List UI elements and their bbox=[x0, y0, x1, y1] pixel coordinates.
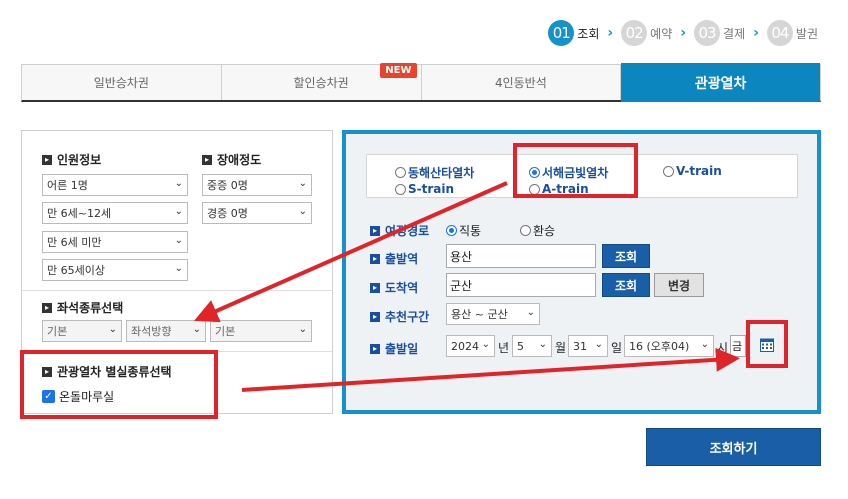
adult-select[interactable]: 어른 1명 ⌄ bbox=[42, 174, 188, 196]
arrival-input[interactable]: 군산 bbox=[446, 273, 596, 297]
departure-label: ▸ 출발역 bbox=[370, 250, 418, 267]
chevron-down-icon: ⌄ bbox=[700, 339, 709, 350]
seat-title: ▸ 좌석종류선택 bbox=[42, 299, 123, 316]
radio-s-train[interactable]: S-train bbox=[395, 182, 454, 196]
chevron-down-icon: ⌄ bbox=[192, 324, 201, 335]
route-label: ▸ 여정경로 bbox=[370, 222, 429, 239]
infant-select[interactable]: 만 6세 미만 ⌄ bbox=[42, 231, 188, 253]
step-1-label: 조회 bbox=[577, 26, 600, 41]
year-unit: 년 bbox=[498, 341, 510, 355]
disability-title: ▸ 장애정도 bbox=[202, 151, 261, 168]
hour-unit: 시 bbox=[717, 341, 729, 355]
chevron-down-icon: ⌄ bbox=[174, 263, 183, 274]
departure-input[interactable]: 용산 bbox=[446, 244, 596, 268]
chevron-down-icon: ⌄ bbox=[594, 339, 603, 350]
recommend-select[interactable]: 용산 ~ 군산 ⌄ bbox=[446, 303, 540, 325]
bullet-icon: ▸ bbox=[370, 282, 380, 293]
chevron-down-icon: ⌄ bbox=[174, 206, 183, 217]
day-unit: 일 bbox=[611, 341, 623, 355]
step-2: 02 예약 › bbox=[621, 20, 686, 46]
step-3-label: 결제 bbox=[723, 26, 746, 41]
chevron-down-icon: ⌄ bbox=[174, 178, 183, 189]
radio-icon[interactable] bbox=[395, 183, 406, 195]
chevron-right-icon: › bbox=[680, 25, 687, 41]
seat-type-select[interactable]: 기본 ⌄ bbox=[42, 320, 122, 342]
step-3: 03 결제 › bbox=[694, 20, 759, 46]
chevron-down-icon: ⌄ bbox=[298, 178, 307, 189]
highlight-west-sea-train bbox=[513, 143, 638, 198]
step-3-number: 03 bbox=[694, 20, 721, 46]
swap-stations-button[interactable]: 변경 bbox=[654, 273, 704, 297]
chevron-down-icon: ⌄ bbox=[298, 206, 307, 217]
chevron-down-icon: ⌄ bbox=[108, 324, 117, 335]
highlight-room-type bbox=[20, 350, 218, 419]
child-select[interactable]: 만 6세~12세 ⌄ bbox=[42, 202, 188, 224]
bullet-icon: ▸ bbox=[370, 253, 380, 264]
chevron-down-icon: ⌄ bbox=[526, 307, 535, 318]
tab-discount[interactable]: 할인승차권 NEW bbox=[221, 63, 422, 100]
step-2-number: 02 bbox=[621, 20, 648, 46]
new-badge: NEW bbox=[380, 63, 417, 78]
step-1-number: 01 bbox=[548, 20, 575, 46]
departure-search-button[interactable]: 조회 bbox=[602, 244, 650, 268]
tab-discount-label: 할인승차권 bbox=[293, 76, 349, 90]
bullet-icon: ▸ bbox=[42, 302, 52, 313]
step-2-label: 예약 bbox=[650, 26, 673, 41]
hour-select[interactable]: 16 (오후04) ⌄ bbox=[624, 335, 714, 357]
mild-select[interactable]: 경증 0명 ⌄ bbox=[202, 202, 312, 224]
highlight-calendar bbox=[746, 320, 788, 368]
radio-direct[interactable]: 직통 bbox=[446, 222, 481, 239]
bullet-icon: ▸ bbox=[370, 311, 380, 322]
tab-general[interactable]: 일반승차권 bbox=[22, 65, 222, 100]
bullet-icon: ▸ bbox=[202, 154, 212, 165]
month-unit: 월 bbox=[555, 341, 567, 355]
step-4-number: 04 bbox=[766, 20, 793, 46]
arrival-label: ▸ 도착역 bbox=[370, 279, 418, 296]
bullet-icon: ▸ bbox=[370, 343, 380, 354]
chevron-right-icon: › bbox=[753, 25, 759, 41]
radio-icon[interactable] bbox=[395, 167, 406, 178]
radio-east-sea-santa[interactable]: 동해산타열차 bbox=[395, 164, 474, 181]
chevron-down-icon: ⌄ bbox=[174, 235, 183, 246]
passenger-title: ▸ 인원정보 bbox=[42, 151, 101, 168]
chevron-down-icon: ⌄ bbox=[538, 339, 547, 350]
month-select[interactable]: 5 ⌄ bbox=[512, 335, 552, 357]
radio-checked-icon[interactable] bbox=[446, 225, 457, 236]
radio-v-train[interactable]: V-train bbox=[663, 164, 722, 178]
chevron-down-icon: ⌄ bbox=[298, 324, 307, 335]
progress-steps: 01 조회 › 02 예약 › 03 결제 › 04 발권 bbox=[540, 20, 818, 46]
weekday-field: 금 bbox=[730, 335, 746, 357]
chevron-right-icon: › bbox=[607, 25, 614, 41]
year-select[interactable]: 2024 ⌄ bbox=[446, 335, 495, 357]
ticket-type-tabs: 일반승차권 할인승차권 NEW 4인동반석 관광열차 bbox=[21, 63, 821, 102]
radio-icon[interactable] bbox=[520, 225, 531, 236]
senior-select[interactable]: 만 65세이상 ⌄ bbox=[42, 259, 188, 281]
chevron-down-icon: ⌄ bbox=[481, 339, 490, 350]
severe-select[interactable]: 중증 0명 ⌄ bbox=[202, 174, 312, 196]
seat-option-select[interactable]: 기본 ⌄ bbox=[210, 320, 312, 342]
step-1: 01 조회 › bbox=[548, 20, 613, 46]
day-select[interactable]: 31 ⌄ bbox=[568, 335, 608, 357]
recommend-label: ▸ 추천구간 bbox=[370, 308, 429, 325]
step-4: 04 발권 bbox=[766, 20, 818, 46]
tab-four-seat[interactable]: 4인동반석 bbox=[421, 65, 622, 100]
bullet-icon: ▸ bbox=[370, 225, 380, 236]
tab-tourist[interactable]: 관광열차 bbox=[621, 63, 820, 102]
bullet-icon: ▸ bbox=[42, 154, 52, 165]
radio-transfer[interactable]: 환승 bbox=[520, 222, 555, 239]
seat-direction-select[interactable]: 좌석방향 ⌄ bbox=[126, 320, 206, 342]
search-submit-button[interactable]: 조회하기 bbox=[646, 428, 821, 466]
radio-icon[interactable] bbox=[663, 165, 674, 177]
divider bbox=[22, 290, 332, 291]
date-label: ▸ 출발일 bbox=[370, 340, 418, 357]
step-4-label: 발권 bbox=[795, 26, 818, 41]
arrival-search-button[interactable]: 조회 bbox=[602, 273, 650, 297]
